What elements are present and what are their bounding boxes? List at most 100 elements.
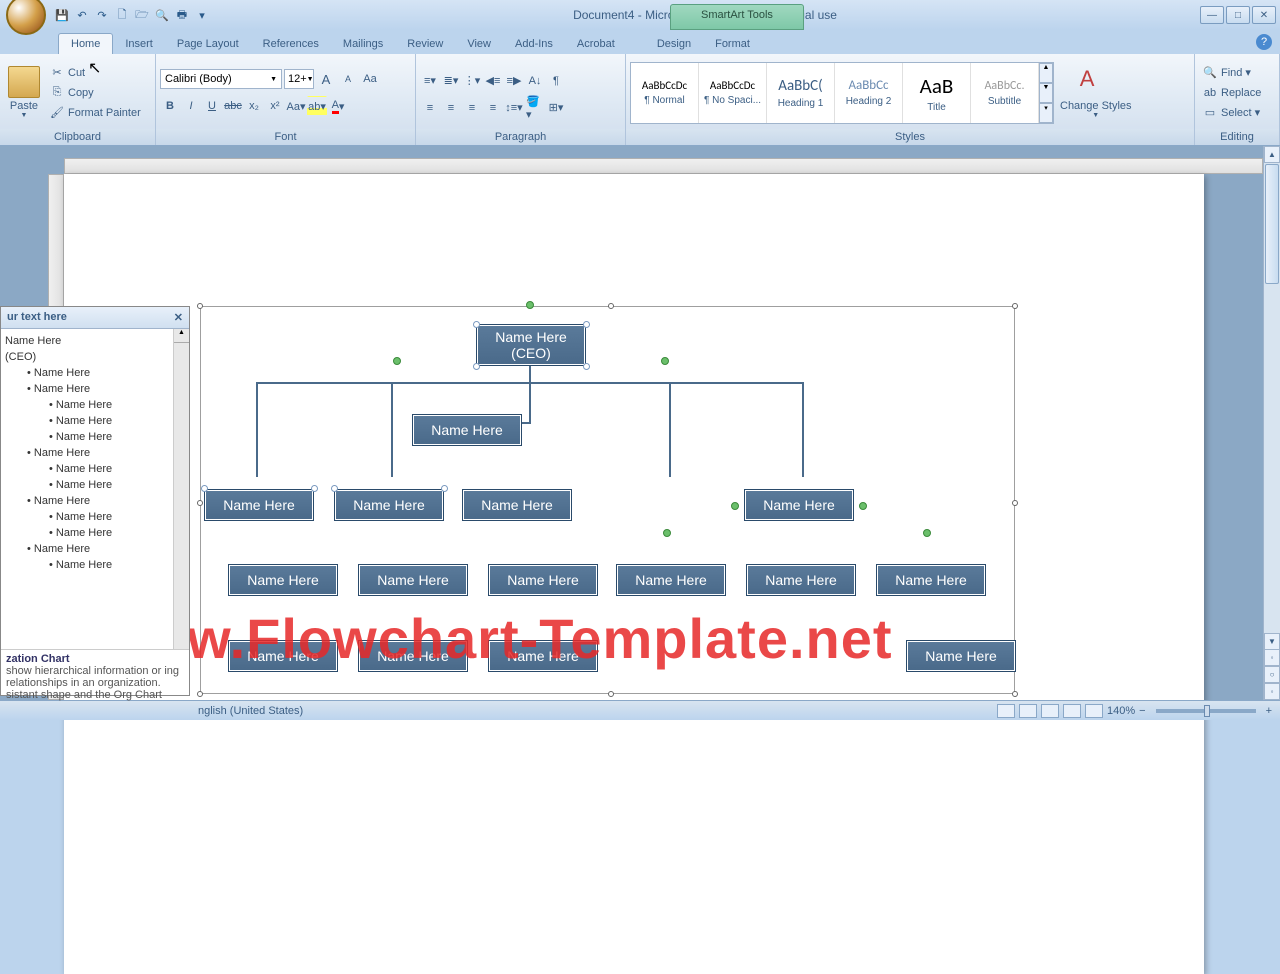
zoom-slider[interactable] [1156, 709, 1256, 713]
org-node[interactable]: Name Here [413, 415, 521, 445]
redo-icon[interactable]: ↷ [94, 7, 110, 23]
text-pane-close[interactable]: ✕ [174, 311, 183, 324]
align-right-button[interactable]: ≡ [462, 98, 482, 118]
superscript-button[interactable]: x² [265, 96, 285, 116]
subscript-button[interactable]: x₂ [244, 96, 264, 116]
print-icon[interactable]: 🖶 [174, 7, 190, 23]
text-pane-item[interactable]: • Name Here [5, 525, 185, 541]
font-name-combo[interactable]: Calibri (Body)▼ [160, 69, 282, 89]
bullets-button[interactable]: ≡▾ [420, 71, 440, 91]
text-pane-item[interactable]: • Name Here [5, 445, 185, 461]
zoom-level[interactable]: 140% [1107, 705, 1135, 717]
org-node[interactable]: Name Here [745, 490, 853, 520]
strike-button[interactable]: abc [223, 96, 243, 116]
scroll-up[interactable]: ▲ [1264, 146, 1280, 163]
print-layout-view[interactable] [997, 704, 1015, 718]
tab-mailings[interactable]: Mailings [331, 34, 395, 54]
outline-view[interactable] [1063, 704, 1081, 718]
org-node[interactable]: Name Here [335, 490, 443, 520]
horizontal-ruler[interactable] [64, 158, 1263, 174]
text-pane-item[interactable]: • Name Here [5, 381, 185, 397]
text-pane-item[interactable]: • Name Here [5, 413, 185, 429]
bold-button[interactable]: B [160, 96, 180, 116]
org-node[interactable]: Name Here [489, 565, 597, 595]
tab-acrobat[interactable]: Acrobat [565, 34, 627, 54]
draft-view[interactable] [1085, 704, 1103, 718]
style-subtitle[interactable]: AaBbCc.Subtitle [971, 63, 1039, 123]
text-pane-item[interactable]: • Name Here [5, 461, 185, 477]
shading-button[interactable]: 🪣▾ [525, 98, 545, 118]
gallery-more[interactable]: ▾ [1039, 103, 1053, 123]
select-button[interactable]: ▭Select ▾ [1199, 104, 1264, 122]
numbering-button[interactable]: ≣▾ [441, 71, 461, 91]
new-icon[interactable]: 🗋 [114, 7, 130, 23]
close-button[interactable]: ✕ [1252, 6, 1276, 24]
text-pane-item[interactable]: • Name Here [5, 509, 185, 525]
text-pane-item[interactable]: Name Here [5, 333, 185, 349]
scroll-thumb[interactable] [1265, 164, 1279, 284]
web-view[interactable] [1041, 704, 1059, 718]
tab-review[interactable]: Review [395, 34, 455, 54]
align-left-button[interactable]: ≡ [420, 98, 440, 118]
replace-button[interactable]: abReplace [1199, 84, 1264, 102]
save-icon[interactable]: 💾 [54, 7, 70, 23]
style-heading1[interactable]: AaBbC(Heading 1 [767, 63, 835, 123]
paste-button[interactable]: Paste▼ [4, 64, 44, 121]
org-node-ceo[interactable]: Name Here (CEO) [477, 325, 585, 365]
tab-home[interactable]: Home [58, 33, 113, 54]
undo-icon[interactable]: ↶ [74, 7, 90, 23]
sort-button[interactable]: A↓ [525, 71, 545, 91]
highlight-button[interactable]: ab▾ [307, 96, 327, 116]
scroll-down[interactable]: ▼ [1264, 633, 1280, 650]
browse-obj[interactable]: ○ [1264, 666, 1280, 683]
org-node[interactable]: Name Here [229, 565, 337, 595]
gallery-down[interactable]: ▼ [1039, 83, 1053, 103]
line-spacing-button[interactable]: ↕≡▾ [504, 98, 524, 118]
text-pane-scrollbar[interactable]: ▲ [173, 329, 189, 649]
zoom-out-button[interactable]: − [1139, 705, 1145, 717]
underline-button[interactable]: U [202, 96, 222, 116]
next-page[interactable]: ◦ [1264, 683, 1280, 700]
style-normal[interactable]: AaBbCcDc¶ Normal [631, 63, 699, 123]
grow-font-button[interactable]: A [316, 69, 336, 89]
tab-format[interactable]: Format [703, 34, 762, 54]
tab-addins[interactable]: Add-Ins [503, 34, 565, 54]
borders-button[interactable]: ⊞▾ [546, 98, 566, 118]
text-pane-item[interactable]: • Name Here [5, 493, 185, 509]
org-node[interactable]: Name Here [877, 565, 985, 595]
justify-button[interactable]: ≡ [483, 98, 503, 118]
change-case-button[interactable]: Aa▾ [286, 96, 306, 116]
style-title[interactable]: AaBTitle [903, 63, 971, 123]
style-nospacing[interactable]: AaBbCcDc¶ No Spaci... [699, 63, 767, 123]
open-icon[interactable]: 🗁 [134, 7, 150, 23]
text-pane-item[interactable]: • Name Here [5, 541, 185, 557]
text-pane-item[interactable]: • Name Here [5, 557, 185, 573]
gallery-up[interactable]: ▲ [1039, 63, 1053, 83]
text-pane-item[interactable]: (CEO) [5, 349, 185, 365]
font-size-combo[interactable]: 12+▼ [284, 69, 314, 89]
preview-icon[interactable]: 🔍 [154, 7, 170, 23]
text-pane-item[interactable]: • Name Here [5, 429, 185, 445]
org-node[interactable]: Name Here [463, 490, 571, 520]
inc-indent-button[interactable]: ≡▶ [504, 71, 524, 91]
cut-button[interactable]: ✂Cut [46, 64, 144, 82]
zoom-in-button[interactable]: + [1266, 705, 1272, 717]
vertical-scrollbar[interactable]: ▲ ▼ ◦ ○ ◦ [1263, 146, 1280, 700]
shrink-font-button[interactable]: A [338, 69, 358, 89]
text-pane-item[interactable]: • Name Here [5, 365, 185, 381]
minimize-button[interactable]: — [1200, 6, 1224, 24]
tab-page-layout[interactable]: Page Layout [165, 34, 251, 54]
org-node[interactable]: Name Here [907, 641, 1015, 671]
multilevel-button[interactable]: ⋮▾ [462, 71, 482, 91]
copy-button[interactable]: ⎘Copy [46, 84, 144, 102]
style-heading2[interactable]: AaBbCcHeading 2 [835, 63, 903, 123]
smartart-text-pane[interactable]: ur text here✕ ▲ Name Here(CEO)• Name Her… [0, 306, 190, 696]
org-node[interactable]: Name Here [205, 490, 313, 520]
qat-more-icon[interactable]: ▾ [194, 7, 210, 23]
find-button[interactable]: 🔍Find ▾ [1199, 64, 1264, 82]
align-center-button[interactable]: ≡ [441, 98, 461, 118]
maximize-button[interactable]: □ [1226, 6, 1250, 24]
text-pane-body[interactable]: ▲ Name Here(CEO)• Name Here• Name Here• … [1, 329, 189, 649]
fullscreen-view[interactable] [1019, 704, 1037, 718]
org-node[interactable]: Name Here [617, 565, 725, 595]
